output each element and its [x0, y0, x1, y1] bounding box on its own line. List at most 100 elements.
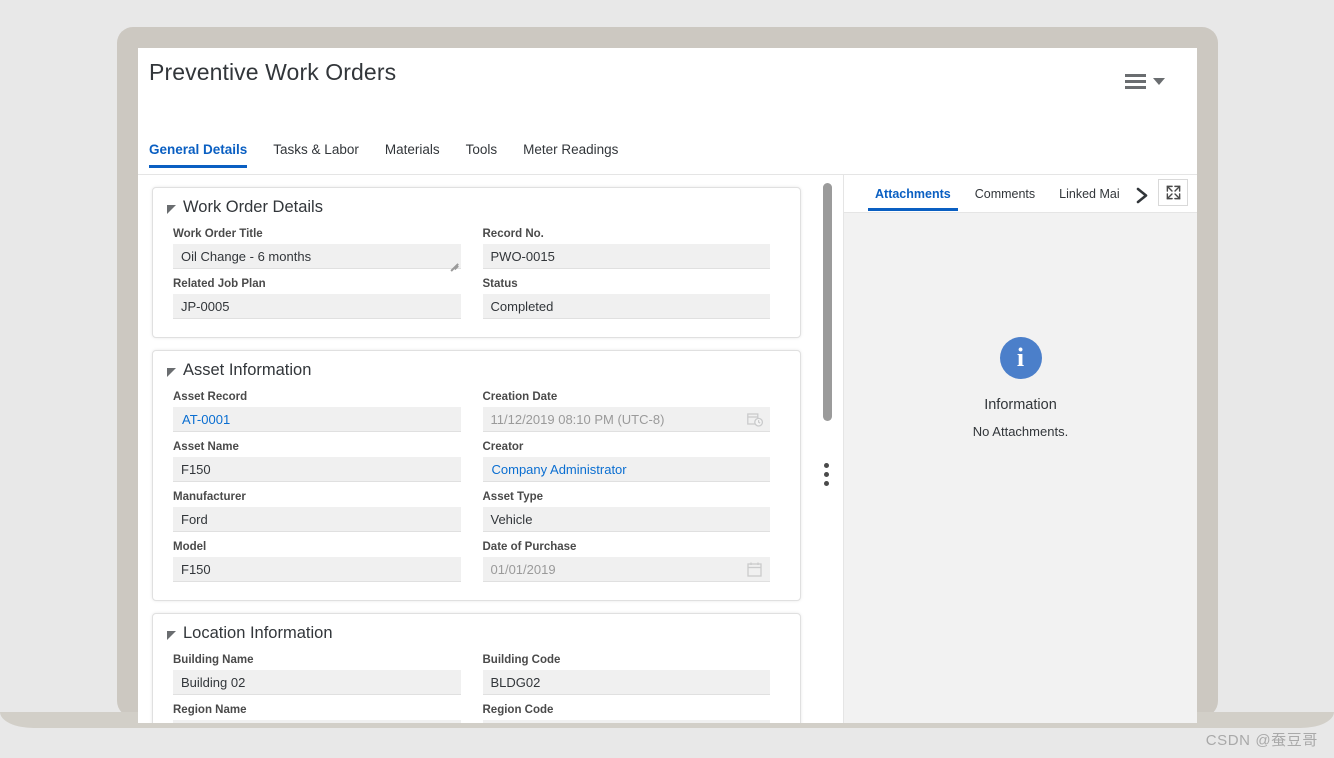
field-region-name: Region Name: [167, 699, 477, 723]
field-label: Asset Type: [482, 491, 544, 503]
field-record-no: Record No. PWO-0015: [477, 223, 787, 273]
input-record-no[interactable]: PWO-0015: [482, 244, 770, 269]
input-creator[interactable]: Company Administrator: [482, 457, 770, 482]
resize-grip-icon[interactable]: [449, 257, 458, 266]
calendar-clock-icon[interactable]: [747, 411, 764, 427]
form-scrollbar-thumb[interactable]: [823, 183, 832, 421]
section-card: Work Order Details Work Order Title Oil Ch…: [152, 187, 801, 338]
field-grid: Work Order Title Oil Change - 6 months Rec…: [167, 223, 786, 323]
section-header[interactable]: Location Information: [167, 624, 786, 643]
field-label: Related Job Plan: [173, 278, 266, 290]
field-status: Status Completed: [477, 273, 787, 323]
panel-splitter: [815, 175, 843, 723]
section-header[interactable]: Asset Information: [167, 361, 786, 380]
section-title: Location Information: [183, 624, 333, 642]
input-value: JP-0005: [181, 298, 230, 314]
page-header: Preventive Work Orders: [138, 48, 1197, 128]
side-tab-linked-mai[interactable]: Linked Mai: [1047, 175, 1131, 210]
form-scroll-area[interactable]: Work Order Details Work Order Title Oil Ch…: [138, 175, 815, 723]
chevron-down-icon[interactable]: [1153, 78, 1165, 85]
field-asset-type: Asset Type Vehicle: [477, 486, 787, 536]
field-label: Date of Purchase: [482, 541, 577, 553]
section-header[interactable]: Work Order Details: [167, 198, 786, 217]
form-scrollbar-track[interactable]: [819, 178, 832, 713]
field-label: Status: [482, 278, 518, 290]
section-card: Location Information Building Name Buildin…: [152, 613, 801, 723]
input-date-of-purchase[interactable]: 01/01/2019: [482, 557, 770, 582]
input-manufacturer[interactable]: Ford: [173, 507, 461, 532]
main-tab-meter-readings[interactable]: Meter Readings: [510, 142, 631, 167]
field-label: Region Code: [482, 704, 554, 716]
header-menu-button[interactable]: [1125, 74, 1165, 89]
input-work-order-title[interactable]: Oil Change - 6 months: [173, 244, 461, 269]
calendar-icon[interactable]: [747, 561, 763, 577]
field-asset-record: Asset Record AT-0001: [167, 386, 477, 436]
field-label: Model: [173, 541, 207, 553]
field-label: Building Name: [173, 654, 254, 666]
main-tab-general-details[interactable]: General Details: [149, 142, 260, 168]
collapse-triangle-icon[interactable]: [167, 204, 176, 214]
section-card: Asset Information Asset Record AT-0001 Crea…: [152, 350, 801, 601]
input-value: Company Administrator: [491, 461, 627, 477]
side-tab-attachments[interactable]: Attachments: [863, 175, 963, 211]
input-model[interactable]: F150: [173, 557, 461, 582]
side-tab-comments[interactable]: Comments: [963, 175, 1047, 210]
information-text: No Attachments.: [972, 424, 1069, 439]
watermark: CSDN @蚕豆哥: [1205, 732, 1318, 749]
field-asset-name: Asset Name F150: [167, 436, 477, 486]
application-screen: Preventive Work Orders General Details Ta…: [138, 48, 1197, 723]
collapse-triangle-icon[interactable]: [167, 367, 176, 377]
input-region-name[interactable]: [173, 720, 461, 723]
field-label: Creation Date: [482, 391, 558, 403]
page-title: Preventive Work Orders: [149, 59, 397, 85]
input-status[interactable]: Completed: [482, 294, 770, 319]
field-label: Asset Name: [173, 441, 239, 453]
field-label: Work Order Title: [173, 228, 263, 240]
input-asset-type[interactable]: Vehicle: [482, 507, 770, 532]
chevron-right-icon[interactable]: [1132, 175, 1157, 205]
input-asset-record[interactable]: AT-0001: [173, 407, 461, 432]
field-date-of-purchase: Date of Purchase 01/01/2019: [477, 536, 787, 586]
field-manufacturer: Manufacturer Ford: [167, 486, 477, 536]
input-value: Building 02: [181, 674, 246, 690]
field-label: Region Name: [173, 704, 247, 716]
main-tab-tasks-labor[interactable]: Tasks & Labor: [260, 142, 372, 167]
main-tab-materials[interactable]: Materials: [372, 142, 453, 167]
collapse-triangle-icon[interactable]: [167, 630, 176, 640]
field-label: Manufacturer: [173, 491, 246, 503]
field-label: Creator: [482, 441, 524, 453]
input-value: 01/01/2019: [490, 561, 556, 577]
main-tab-bar: General Details Tasks & Labor Materials Too…: [138, 142, 1197, 175]
main-tab-tools[interactable]: Tools: [453, 142, 511, 167]
input-related-job-plan[interactable]: JP-0005: [173, 294, 461, 319]
field-building-code: Building Code BLDG02: [477, 649, 787, 699]
hamburger-menu-icon[interactable]: [1125, 74, 1146, 89]
field-region-code: Region Code: [477, 699, 787, 723]
field-model: Model F150: [167, 536, 477, 586]
input-asset-name[interactable]: F150: [173, 457, 461, 482]
field-work-order-title: Work Order Title Oil Change - 6 months: [167, 223, 477, 273]
side-panel: Attachments Comments Linked Mai i Inform…: [843, 175, 1197, 723]
expand-fullscreen-icon[interactable]: [1158, 179, 1188, 206]
input-value: 11/12/2019 08:10 PM (UTC-8): [490, 411, 665, 427]
section-title: Work Order Details: [183, 198, 323, 216]
field-grid: Asset Record AT-0001 Creation Date 11/12/20…: [167, 386, 786, 586]
input-building-name[interactable]: Building 02: [173, 670, 461, 695]
information-icon: i: [999, 337, 1042, 379]
input-region-code[interactable]: [482, 720, 770, 723]
three-dots-drag-handle[interactable]: [824, 463, 829, 486]
input-value: Completed: [490, 298, 554, 314]
input-building-code[interactable]: BLDG02: [482, 670, 770, 695]
side-panel-empty-message: i Information No Attachments.: [844, 337, 1197, 439]
field-label: Building Code: [482, 654, 561, 666]
input-value: Vehicle: [490, 511, 533, 527]
information-icon-glyph: i: [1016, 343, 1025, 372]
input-value: BLDG02: [490, 674, 541, 690]
input-value: PWO-0015: [490, 248, 555, 264]
field-label: Asset Record: [173, 391, 248, 403]
field-creator: Creator Company Administrator: [477, 436, 787, 486]
input-value: Ford: [181, 511, 208, 527]
input-creation-date[interactable]: 11/12/2019 08:10 PM (UTC-8): [482, 407, 770, 432]
field-related-job-plan: Related Job Plan JP-0005: [167, 273, 477, 323]
field-creation-date: Creation Date 11/12/2019 08:10 PM (UTC-8): [477, 386, 787, 436]
